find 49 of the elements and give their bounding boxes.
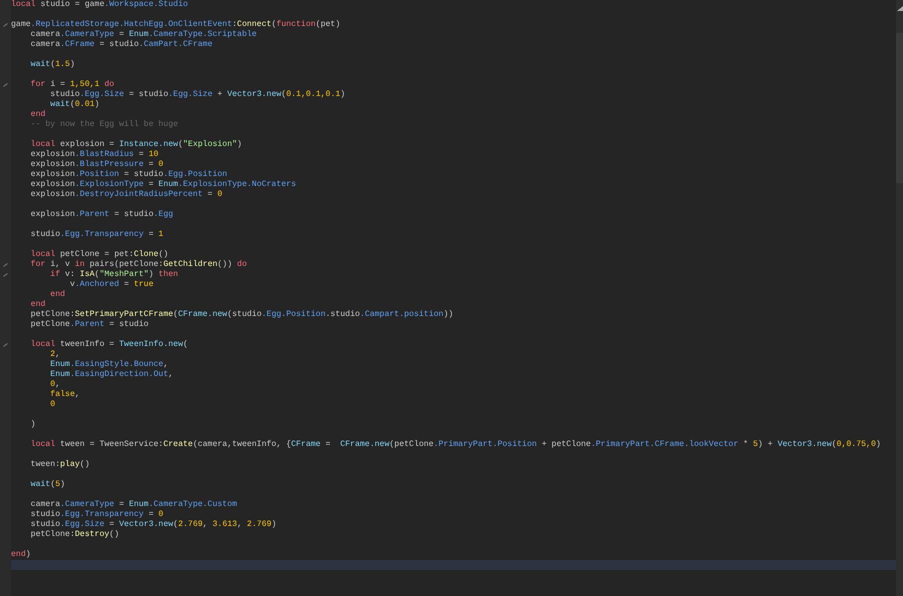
code-line: Enum.EasingStyle.Bounce, xyxy=(49,360,168,370)
code-line: explosion.ExplosionType = Enum.ExplosionType.NoCraters xyxy=(30,180,296,190)
code-line: tween:play() xyxy=(30,460,90,470)
code-line: petClone.Parent = studio xyxy=(30,320,149,330)
code-line: studio.Egg.Transparency = 0 xyxy=(30,510,164,520)
code-line: local petClone = pet:Clone() xyxy=(30,250,168,260)
code-line: for i, v in pairs(petClone:GetChildren()) do xyxy=(30,260,247,270)
code-line: v.Anchored = true xyxy=(68,280,154,290)
scrollbar-track[interactable] xyxy=(896,0,903,596)
code-line: end xyxy=(30,300,46,310)
fold-marker-icon[interactable] xyxy=(3,83,8,87)
fold-marker-icon[interactable] xyxy=(3,273,8,277)
code-line: camera.CameraType = Enum.CameraType.Custom xyxy=(30,500,238,510)
code-line: wait(1.5) xyxy=(30,60,75,70)
code-line: explosion.DestroyJointRadiusPercent = 0 xyxy=(30,190,222,200)
code-line: end xyxy=(49,290,66,300)
code-line: 0, xyxy=(49,380,60,390)
code-line: 2, xyxy=(49,350,60,360)
code-line: wait(0.01) xyxy=(49,100,100,110)
fold-marker-icon[interactable] xyxy=(3,23,8,27)
code-line: petClone:SetPrimaryPartCFrame(CFrame.new(studio.Egg.Position.studio.Campart.position)) xyxy=(30,310,454,320)
code-line: explosion.BlastRadius = 10 xyxy=(30,150,158,160)
code-line: end xyxy=(30,110,46,120)
code-line: local explosion = Instance.new("Explosion") xyxy=(30,140,242,150)
code-line: false, xyxy=(49,390,80,400)
code-line: camera.CFrame = studio.CamPart.CFrame xyxy=(30,40,212,50)
code-line: studio.Egg.Size = Vector3.new(2.769, 3.613, 2.769) xyxy=(30,520,276,530)
code-line: if v: IsA("MeshPart") then xyxy=(49,270,178,280)
code-line: explosion.Position = studio.Egg.Position xyxy=(30,170,228,180)
code-line: petClone:Destroy() xyxy=(30,530,120,540)
code-line: Enum.EasingDirection.Out, xyxy=(49,370,174,380)
code-line: explosion.BlastPressure = 0 xyxy=(30,160,164,170)
code-line: local tweenInfo = TweenInfo.new( xyxy=(30,340,188,350)
code-line: for i = 1,50,1 do xyxy=(30,80,114,90)
scroll-up-arrow-icon[interactable] xyxy=(896,6,902,11)
code-line: -- by now the Egg will be huge xyxy=(30,120,178,130)
code-line: wait(5) xyxy=(30,480,66,490)
code-line: game.ReplicatedStorage.HatchEgg.OnClientEvent:Connect(function(pet) xyxy=(11,20,340,30)
code-line: local studio = game.Workspace.Studio xyxy=(11,0,188,10)
code-line: ) xyxy=(30,420,36,430)
fold-marker-icon[interactable] xyxy=(3,263,8,267)
code-line: 0 xyxy=(49,400,56,410)
code-line: studio.Egg.Size = studio.Egg.Size + Vector3.new(0.1,0.1,0.1) xyxy=(49,90,346,100)
code-line: explosion.Parent = studio.Egg xyxy=(30,210,174,220)
code-line: local tween = TweenService:Create(camera,tweenInfo, {CFrame = CFrame.new(petClone.PrimaryPart.Position + petClone.PrimaryPart.CFrame.lookVector * 5) + Vector3.new(0,0.75,0) xyxy=(30,440,881,450)
code-line: end) xyxy=(11,550,31,560)
code-line: studio.Egg.Transparency = 1 xyxy=(30,230,164,240)
code-line: camera.CameraType = Enum.CameraType.Scriptable xyxy=(30,30,257,40)
fold-marker-icon[interactable] xyxy=(3,343,8,347)
